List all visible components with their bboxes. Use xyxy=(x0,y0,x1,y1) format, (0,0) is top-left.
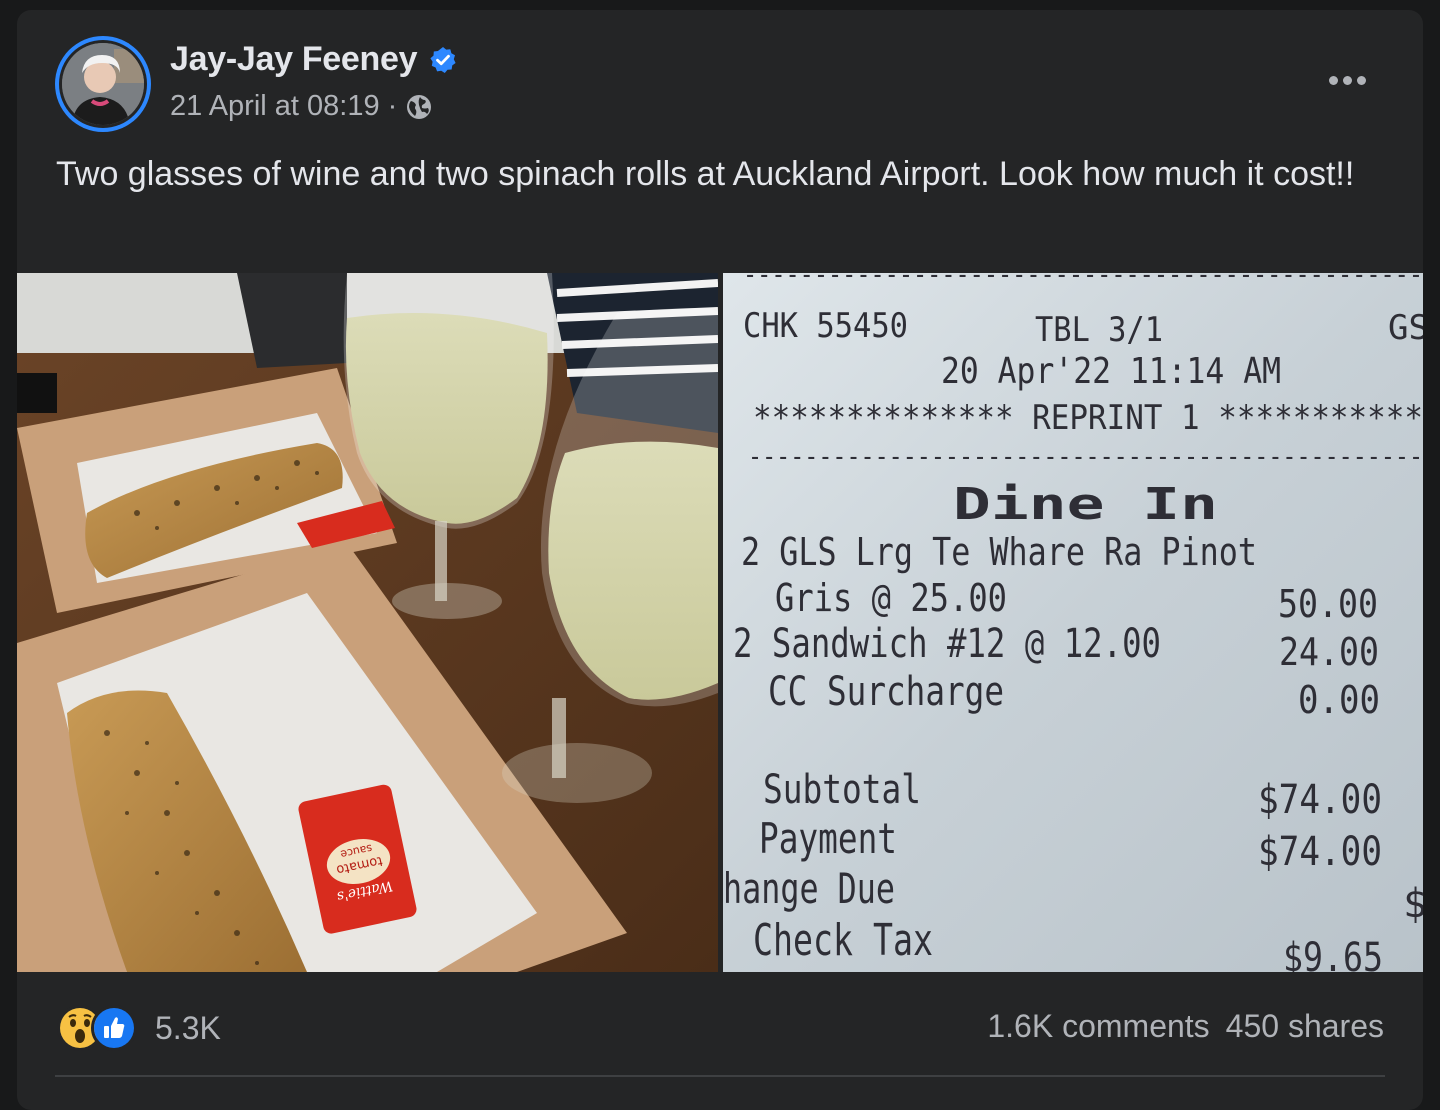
receipt-reprint: ************** REPRINT 1 *********** xyxy=(753,398,1423,438)
receipt-datetime: 20 Apr'22 11:14 AM xyxy=(941,351,1281,392)
like-reaction-icon xyxy=(91,1005,137,1051)
receipt-item3-amount: 0.00 xyxy=(1298,678,1380,722)
more-dot-icon xyxy=(1342,75,1352,85)
receipt-dine-in: Dine In xyxy=(953,479,1218,530)
verified-badge-icon xyxy=(429,46,457,74)
shares-count[interactable]: 450 shares xyxy=(1226,1008,1384,1045)
receipt-change-amount: $ xyxy=(1403,881,1423,927)
receipt-payment-label: Payment xyxy=(759,814,897,863)
receipt-tax-amount: $9.65 xyxy=(1283,935,1383,972)
receipt-tbl: TBL 3/1 xyxy=(1035,310,1163,350)
receipt-dashes-top: ----------------------------------------… xyxy=(743,273,1423,290)
receipt-tax-label: Check Tax xyxy=(753,915,933,966)
avatar xyxy=(62,43,144,125)
receipt-chk: CHK 55450 xyxy=(743,306,908,346)
more-options-button[interactable] xyxy=(1319,62,1375,98)
post-text: Two glasses of wine and two spinach roll… xyxy=(56,155,1355,193)
receipt-payment-amount: $74.00 xyxy=(1258,829,1382,875)
post-photo-receipt[interactable]: ----------------------------------------… xyxy=(723,273,1423,972)
comments-count[interactable]: 1.6K comments xyxy=(987,1008,1209,1045)
post-photo-food[interactable]: Wattie's tomato sauce xyxy=(17,273,718,972)
footer-divider xyxy=(55,1075,1385,1077)
author-avatar-ring[interactable] xyxy=(55,36,151,132)
reaction-count[interactable]: 5.3K xyxy=(155,1010,221,1047)
receipt-item1-line1: 2 GLS Lrg Te Whare Ra Pinot xyxy=(741,530,1257,574)
receipt-item2-amount: 24.00 xyxy=(1279,630,1379,674)
receipt-item1-amount: 50.00 xyxy=(1278,582,1378,626)
receipt-subtotal-amount: $74.00 xyxy=(1258,777,1382,823)
more-dot-icon xyxy=(1328,75,1338,85)
receipt-item1-line2: Gris @ 25.00 xyxy=(775,576,1007,620)
receipt-item2: 2 Sandwich #12 @ 12.00 xyxy=(733,621,1161,667)
globe-icon xyxy=(405,93,433,121)
receipt-gs: GS xyxy=(1388,308,1423,348)
post-card: Jay-Jay Feeney 21 April at 08:19 · Two g… xyxy=(17,10,1423,1110)
receipt-dashes-mid: ----------------------------------------… xyxy=(748,442,1423,472)
reactions-summary[interactable]: 5.3K xyxy=(57,1005,221,1051)
receipt-item3: CC Surcharge xyxy=(768,669,1004,715)
more-dot-icon xyxy=(1356,75,1366,85)
author-name[interactable]: Jay-Jay Feeney xyxy=(170,40,418,79)
meta-separator: · xyxy=(387,90,398,122)
receipt-change-label: hange Due xyxy=(723,864,895,913)
receipt-subtotal-label: Subtotal xyxy=(763,767,921,813)
post-timestamp[interactable]: 21 April at 08:19 xyxy=(170,90,380,123)
